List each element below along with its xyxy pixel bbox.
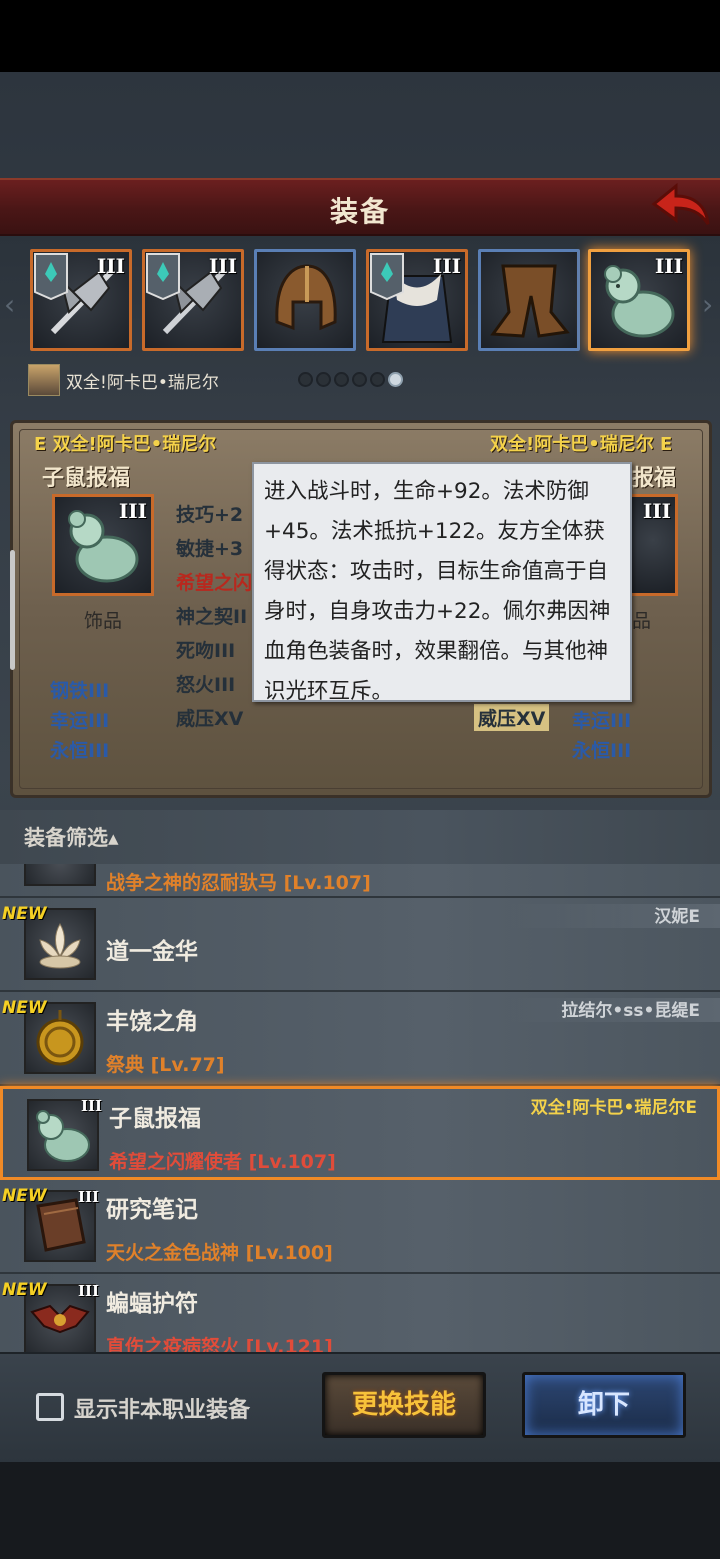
stat-line: 敏捷+3 — [176, 538, 244, 560]
new-tag: NEW — [2, 1186, 47, 1206]
back-arrow-icon[interactable] — [648, 180, 712, 232]
tier-label: III — [642, 499, 671, 523]
nav-bar-area — [0, 1462, 720, 1559]
item-subtitle: 战争之神的忍耐驮马 [Lv.107] — [106, 872, 371, 894]
item-subtitle: 希望之闪耀使者 [Lv.107] — [109, 1151, 336, 1173]
compare-left-item-name: 子鼠报福 — [42, 466, 131, 491]
list-item[interactable]: NEW III 蝙蝠护符 直伤之疫病怒火 [Lv.121] — [0, 1274, 720, 1352]
item-name: 子鼠报福 — [109, 1106, 201, 1132]
item-owner: 拉结尔•ss•昆缇E — [561, 1001, 700, 1021]
page-dot-active — [388, 372, 403, 387]
slot-legs[interactable] — [478, 249, 580, 351]
shield-badge-icon — [370, 253, 404, 300]
filter-label[interactable]: 装备筛选▴ — [24, 822, 119, 852]
status-bar — [0, 0, 720, 72]
tier-label: III — [208, 254, 237, 278]
page-dot — [298, 372, 313, 387]
slot-weapon-1[interactable]: III — [30, 249, 132, 351]
page-dot — [334, 372, 349, 387]
page-dot — [316, 372, 331, 387]
page-dot — [352, 372, 367, 387]
slot-armor[interactable]: III — [366, 249, 468, 351]
tier-label: III — [118, 499, 147, 523]
item-icon — [24, 864, 96, 886]
compare-right-item-name: 报福 — [632, 466, 677, 491]
item-owner: 汉妮E — [654, 907, 700, 927]
list-item[interactable]: 战争之神的忍耐驮马 [Lv.107] — [0, 864, 720, 898]
stat-line: 技巧+2 — [176, 504, 244, 526]
tier-label: III — [432, 254, 461, 278]
new-tag: NEW — [2, 998, 47, 1018]
item-name: 研究笔记 — [106, 1197, 198, 1223]
helmet-icon — [275, 264, 337, 331]
stat-line: 神之契II — [176, 606, 248, 628]
change-skill-button[interactable]: 更换技能 — [322, 1372, 486, 1438]
stat-line: 希望之闪 — [176, 572, 253, 594]
filter-bar[interactable]: 装备筛选▴ — [0, 810, 720, 864]
stat-line: 永恒III — [572, 740, 632, 762]
show-other-class-checkbox[interactable] — [36, 1393, 64, 1421]
tier-label: III — [78, 1282, 100, 1300]
compare-left-owner: E 双全!阿卡巴•瑞尼尔 — [34, 434, 217, 455]
skill-tooltip: 进入战斗时，生命+92。法术防御+45。法术抵抗+122。友方全体获得状态：攻击… — [252, 462, 632, 704]
stat-line: 威压XV — [176, 708, 244, 730]
tier-label: III — [654, 254, 683, 278]
compare-right-icon: III — [628, 494, 678, 596]
checkbox-label[interactable]: 显示非本职业装备 — [74, 1392, 250, 1424]
tier-label: III — [96, 254, 125, 278]
tier-label: III — [78, 1188, 100, 1206]
item-subtitle: 直伤之疫病怒火 [Lv.121] — [106, 1336, 333, 1352]
shield-badge-icon — [34, 253, 68, 300]
item-owner: 双全!阿卡巴•瑞尼尔E — [530, 1098, 697, 1118]
stat-line: 死吻III — [176, 640, 236, 662]
scrollbar[interactable] — [10, 550, 15, 670]
leather-pants-icon — [490, 264, 570, 338]
slot-accessory[interactable]: III — [588, 249, 690, 351]
stat-line: 钢铁III — [50, 680, 110, 702]
list-item[interactable]: 拉结尔•ss•昆缇E NEW 丰饶之角 祭典 [Lv.77] — [0, 992, 720, 1086]
stat-line: 永恒III — [50, 740, 110, 762]
tier-label: III — [81, 1097, 103, 1115]
character-name: 双全!阿卡巴•瑞尼尔 — [66, 372, 219, 393]
stat-line: 幸运III — [572, 710, 632, 732]
compare-left-icon: III — [52, 494, 154, 596]
shield-badge-icon — [146, 253, 180, 300]
stat-line-highlight: 威压XV — [474, 704, 550, 731]
item-type-label: 饰品 — [84, 610, 123, 632]
character-row: 双全!阿卡巴•瑞尼尔 — [28, 364, 219, 396]
list-item-selected[interactable]: 双全!阿卡巴•瑞尼尔E III 子鼠报福 希望之闪耀使者 [Lv.107] — [0, 1086, 720, 1180]
unequip-button[interactable]: 卸下 — [522, 1372, 686, 1438]
item-subtitle: 天火之金色战神 [Lv.100] — [106, 1242, 333, 1264]
new-tag: NEW — [2, 904, 47, 924]
list-item[interactable]: NEW III 研究笔记 天火之金色战神 [Lv.100] — [0, 1180, 720, 1274]
page-indicator — [298, 372, 403, 387]
stat-line: 怒火III — [176, 674, 236, 696]
page-title: 装备 — [329, 195, 390, 228]
slots-left-arrow-icon[interactable]: ‹ — [4, 285, 20, 325]
page-dot — [370, 372, 385, 387]
slot-weapon-2[interactable]: III — [142, 249, 244, 351]
item-name: 蝙蝠护符 — [106, 1291, 198, 1317]
header-bar: 装备 — [0, 178, 720, 236]
compare-right-owner: 双全!阿卡巴•瑞尼尔 E — [490, 434, 673, 455]
equipment-list[interactable]: 战争之神的忍耐驮马 [Lv.107] 汉妮E NEW 道一金华 拉结尔•ss•昆… — [0, 864, 720, 1352]
avatar — [28, 364, 60, 396]
slots-right-arrow-icon[interactable]: › — [702, 285, 718, 325]
item-name: 丰饶之角 — [106, 1009, 198, 1035]
stat-line: 幸运III — [50, 710, 110, 732]
new-tag: NEW — [2, 1280, 47, 1300]
list-item[interactable]: 汉妮E NEW 道一金华 — [0, 898, 720, 992]
slot-helmet[interactable] — [254, 249, 356, 351]
item-name: 道一金华 — [106, 939, 198, 965]
item-type-label-right: 品 — [632, 610, 652, 632]
item-subtitle: 祭典 [Lv.77] — [106, 1054, 225, 1076]
